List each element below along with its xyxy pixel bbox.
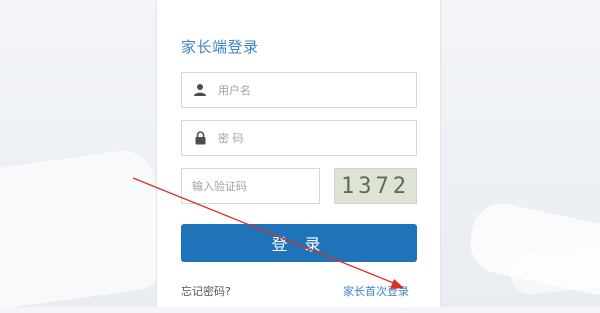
lock-icon	[182, 121, 218, 155]
captcha-input[interactable]	[192, 179, 312, 193]
username-field[interactable]	[181, 72, 417, 108]
password-field[interactable]	[181, 120, 417, 156]
password-input[interactable]	[218, 131, 398, 145]
background-shape-left	[0, 146, 169, 313]
login-button[interactable]: 登 录	[181, 224, 417, 262]
forgot-password-link[interactable]: 忘记密码?	[181, 283, 231, 299]
captcha-image[interactable]: 1372	[334, 168, 417, 204]
page-title: 家长端登录	[181, 38, 259, 56]
captcha-field[interactable]	[181, 168, 320, 204]
login-panel: 家长端登录 1372 登 录 忘记密码? 家长首次登录	[156, 0, 441, 307]
captcha-text: 1372	[341, 173, 410, 199]
first-login-link[interactable]: 家长首次登录	[343, 283, 409, 299]
username-input[interactable]	[218, 83, 398, 97]
user-icon	[182, 73, 218, 107]
